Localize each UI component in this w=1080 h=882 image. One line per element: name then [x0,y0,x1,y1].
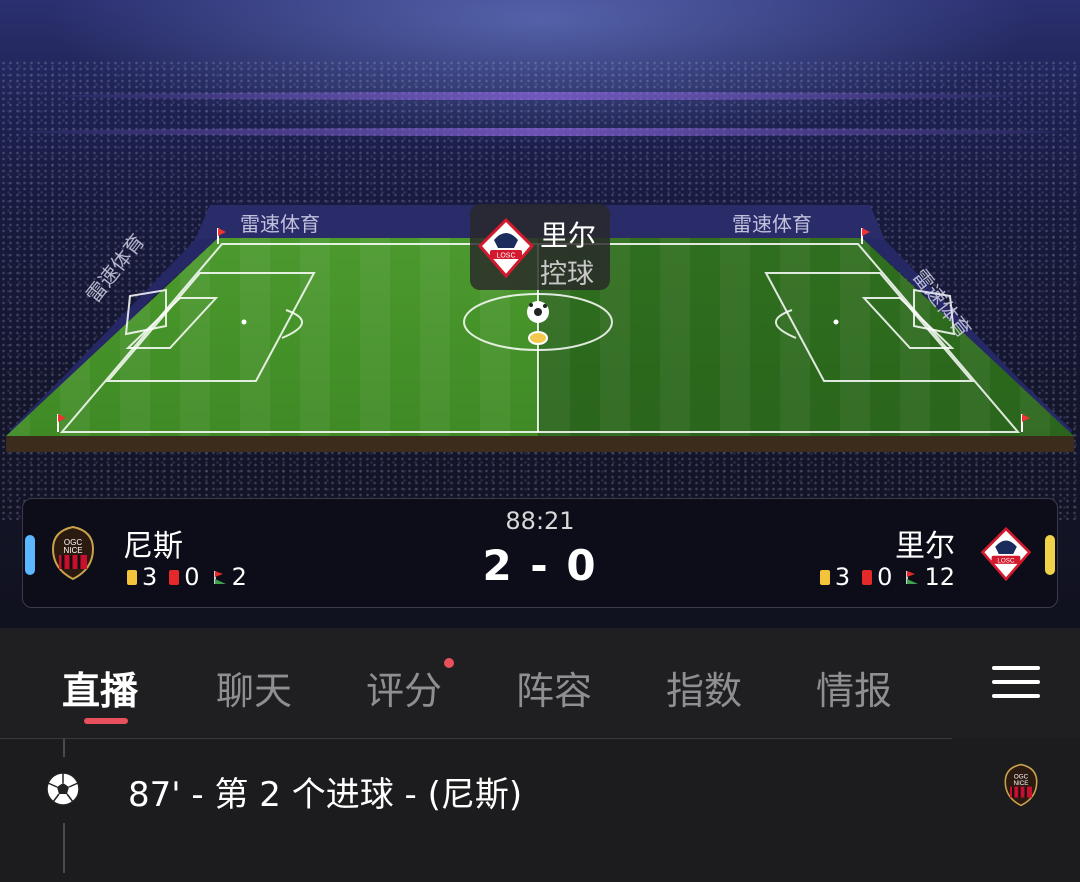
away-yellow-count: 3 [834,563,851,591]
away-red-count: 0 [877,563,893,591]
tab-ratings[interactable]: 评分 [366,660,442,715]
possession-label: 控球 [540,259,594,290]
away-stats: 3 0 12 [819,563,955,591]
score-panel[interactable]: OGC NICE 尼斯 3 0 2 88:21 2 - 0 里尔 3 0 12 [22,498,1058,608]
red-card-icon [862,569,873,585]
lille-crest-icon: LOSC [478,218,534,278]
timeline-line [63,739,65,757]
away-team-name: 里尔 [895,529,955,564]
possession-team-name: 里尔 [540,219,597,252]
tab-bar: 直播 聊天 评分 阵容 指数 情报 [0,628,1080,738]
yellow-card-icon [819,569,830,585]
soccer-ball-icon [46,772,80,806]
possession-indicator: LOSC 里尔 控球 [470,204,610,290]
sponsor-board-right: 雷速体育 [732,212,812,236]
active-tab-indicator [84,718,128,724]
svg-text:LOSC: LOSC [997,558,1015,565]
sponsor-board-left: 雷速体育 [240,212,320,236]
tab-odds[interactable]: 指数 [666,660,742,715]
notification-dot [444,658,454,668]
lille-crest-icon: LOSC [980,527,1032,581]
tab-lineup[interactable]: 阵容 [516,660,592,715]
tab-intel[interactable]: 情报 [816,660,892,715]
tab-chat[interactable]: 聊天 [216,660,292,715]
event-description: 87' - 第 2 个进球 - (尼斯) [128,775,523,815]
tab-live[interactable]: 直播 [62,660,138,715]
corner-flag-icon [906,571,919,584]
svg-text:NICE: NICE [1014,780,1029,787]
event-feed: 87' - 第 2 个进球 - (尼斯) OGC NICE [0,739,1080,882]
menu-icon[interactable] [992,660,1040,704]
soccer-ball-icon [527,301,549,323]
away-corner-count: 12 [924,563,955,591]
nice-crest-icon: OGC NICE [1004,763,1038,807]
svg-text:LOSC: LOSC [496,253,515,260]
timeline-line [63,823,65,873]
